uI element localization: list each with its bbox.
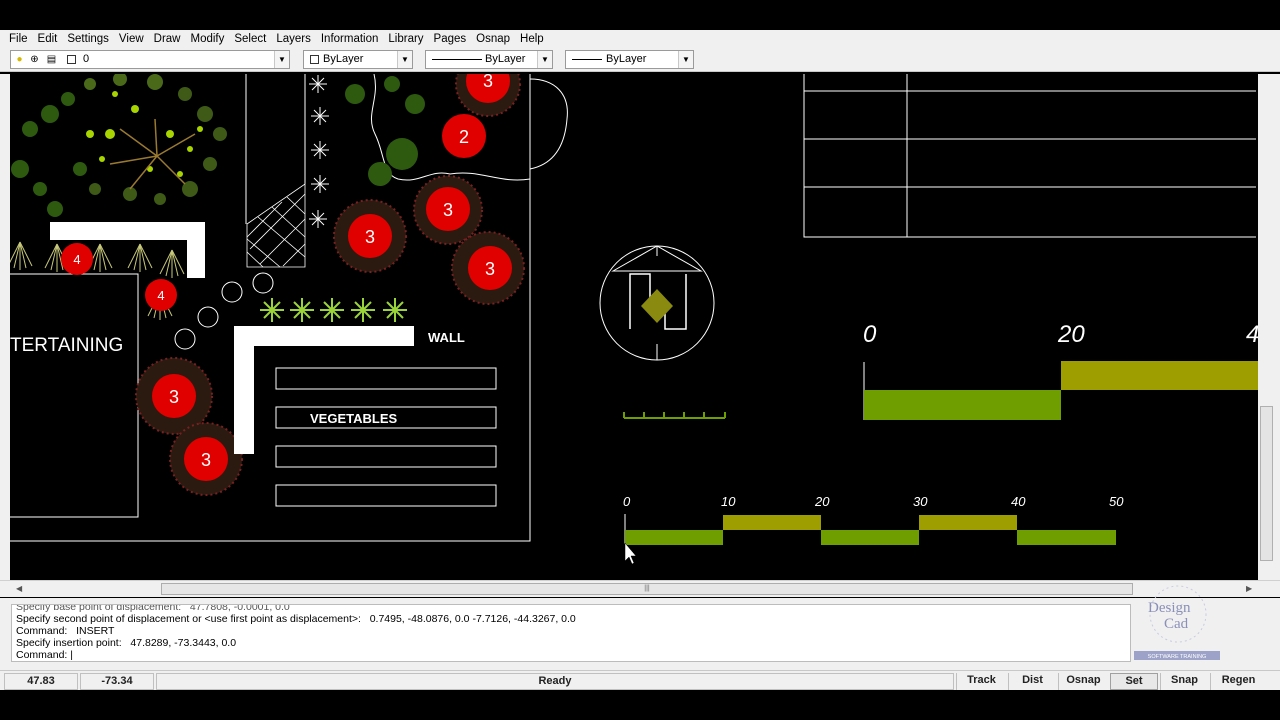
y-coordinate: -73.34 (80, 673, 154, 690)
menu-select[interactable]: Select (229, 30, 271, 48)
command-line: Command: INSERT (16, 625, 115, 637)
bottom-letterbox (0, 690, 1280, 720)
menu-pages[interactable]: Pages (429, 30, 472, 48)
marker-label: 3 (169, 387, 179, 407)
chevron-down-icon[interactable]: ▼ (537, 51, 552, 68)
menu-file[interactable]: File (4, 30, 33, 48)
scroll-right-icon[interactable]: ▶ (1246, 584, 1252, 593)
designcad-logo: Design Cad SOFTWARE TRAINING (1132, 582, 1222, 662)
wall-label: WALL (428, 330, 465, 345)
menu-layers[interactable]: Layers (271, 30, 316, 48)
scroll-left-icon[interactable]: ◀ (16, 584, 22, 593)
menu-osnap[interactable]: Osnap (471, 30, 515, 48)
scale-tick-label: 30 (913, 494, 928, 509)
lineweight-sample (572, 59, 602, 60)
star-plants (260, 298, 407, 322)
logo-line1: Design (1148, 600, 1191, 616)
layer-toolbar: ● ⊕ ▤ 0 ▼ ByLayer ▼ ByLayer ▼ ByLayer ▼ (0, 48, 1280, 72)
vegetables-label: VEGETABLES (310, 411, 397, 426)
x-coordinate: 47.83 (4, 673, 78, 690)
scale-tick-label: 4 (1246, 321, 1258, 348)
scale-tick-label: 20 (814, 494, 830, 509)
north-arrow-symbol (599, 245, 715, 361)
linetype-sample (432, 59, 482, 60)
marker-label: 3 (485, 259, 495, 279)
drawing-canvas[interactable]: 3 2 3 3 3 3 4 4 3 TERTAINING WALL VEGETA… (10, 74, 1258, 580)
dist-button[interactable]: Dist (1008, 673, 1056, 690)
hatched-paving (246, 183, 306, 268)
lock-icon[interactable]: ⊕ (29, 54, 40, 65)
marker-label: 2 (459, 127, 469, 147)
tree-canopy (11, 74, 227, 217)
layer-combo[interactable]: ● ⊕ ▤ 0 ▼ (10, 50, 290, 69)
command-line: Specify base point of displacement: 47.7… (16, 604, 290, 613)
printer-icon[interactable]: ▤ (46, 54, 57, 65)
status-text: Ready (156, 673, 954, 690)
regen-button[interactable]: Regen (1210, 673, 1266, 690)
small-scale-line (623, 412, 726, 419)
menu-library[interactable]: Library (383, 30, 428, 48)
menu-view[interactable]: View (114, 30, 149, 48)
marker-label: 4 (157, 288, 164, 303)
logo-line2: Cad (1164, 616, 1189, 632)
track-button[interactable]: Track (956, 673, 1006, 690)
menu-bar: File Edit Settings View Draw Modify Sele… (0, 30, 1280, 48)
small-scale-bar: 0 10 20 30 40 50 (623, 494, 1124, 545)
layer-color-swatch (67, 55, 76, 64)
horizontal-scroll-thumb[interactable]: ||| (161, 583, 1133, 595)
command-line: Specify insertion point: 47.8289, -73.34… (16, 637, 237, 649)
menu-information[interactable]: Information (316, 30, 384, 48)
linetype-value: ByLayer (485, 53, 526, 65)
marker-label: 3 (483, 74, 493, 91)
color-value: ByLayer (323, 53, 364, 65)
drawing-svg[interactable]: 3 2 3 3 3 3 4 4 3 TERTAINING WALL VEGETA… (10, 74, 1258, 580)
marker-label: 3 (443, 200, 453, 220)
scale-tick-label: 0 (623, 494, 631, 509)
vertical-scroll-thumb[interactable] (1260, 406, 1273, 561)
title-block (803, 74, 1256, 238)
lineweight-value: ByLayer (606, 53, 647, 65)
menu-draw[interactable]: Draw (149, 30, 186, 48)
scale-tick-label: 20 (1057, 321, 1085, 348)
vertical-scrollbar[interactable] (1258, 74, 1275, 580)
command-window: Specify base point of displacement: 47.7… (0, 598, 1280, 670)
entertaining-label: TERTAINING (10, 335, 123, 356)
scale-tick-label: 0 (863, 321, 877, 348)
command-line: Specify second point of displacement or … (16, 613, 576, 625)
window-frame-left (0, 74, 10, 580)
chevron-down-icon[interactable]: ▼ (274, 51, 289, 68)
marker-label: 3 (201, 450, 211, 470)
color-combo[interactable]: ByLayer ▼ (303, 50, 413, 69)
mouse-cursor-icon (624, 542, 637, 565)
menu-help[interactable]: Help (515, 30, 549, 48)
hedge-line (304, 74, 329, 228)
scale-tick-label: 40 (1011, 494, 1026, 509)
marker-label: 4 (73, 252, 80, 267)
chevron-down-icon[interactable]: ▼ (397, 51, 412, 68)
linetype-combo[interactable]: ByLayer ▼ (425, 50, 553, 69)
horizontal-scrollbar[interactable]: ◀ ||| ▶ (0, 580, 1280, 597)
command-history[interactable]: Specify base point of displacement: 47.7… (11, 604, 1131, 662)
scale-tick-label: 50 (1109, 494, 1124, 509)
command-input[interactable]: Command: | (16, 649, 73, 661)
marker-label: 3 (365, 227, 375, 247)
status-bar: 47.83 -73.34 Ready Track Dist Osnap Set … (0, 670, 1280, 690)
snap-button[interactable]: Snap (1160, 673, 1208, 690)
logo-tag: SOFTWARE TRAINING (1148, 654, 1207, 660)
top-letterbox (0, 0, 1280, 30)
layer-value: 0 (83, 53, 90, 65)
window-frame-right (1275, 74, 1280, 580)
scale-tick-label: 10 (721, 494, 736, 509)
osnap-button[interactable]: Osnap (1058, 673, 1108, 690)
set-button[interactable]: Set (1110, 673, 1158, 690)
menu-modify[interactable]: Modify (185, 30, 229, 48)
vegetable-beds (275, 367, 497, 507)
chevron-down-icon[interactable]: ▼ (678, 51, 693, 68)
menu-edit[interactable]: Edit (33, 30, 63, 48)
lightbulb-icon[interactable]: ● (14, 54, 25, 65)
lineweight-combo[interactable]: ByLayer ▼ (565, 50, 694, 69)
large-scale-bar: 0 20 4 (863, 321, 1258, 420)
color-swatch (310, 55, 319, 64)
menu-settings[interactable]: Settings (62, 30, 114, 48)
